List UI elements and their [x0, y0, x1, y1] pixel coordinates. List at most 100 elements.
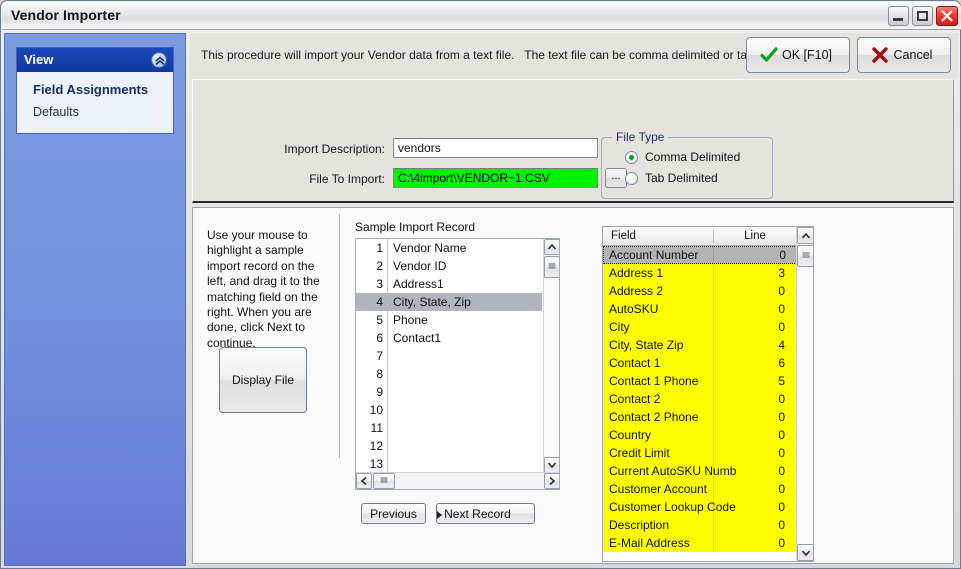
sample-row[interactable]: 1 Vendor Name	[356, 239, 542, 257]
grid-cell-line: 0	[778, 392, 785, 406]
sample-row-number: 3	[376, 277, 383, 291]
next-record-button[interactable]: Next Record	[436, 503, 535, 524]
scroll-left-button[interactable]	[356, 473, 372, 489]
sample-row[interactable]: 11	[356, 419, 542, 437]
title-bar[interactable]: Vendor Importer	[2, 2, 961, 30]
import-description-input[interactable]	[393, 138, 598, 158]
cancel-button[interactable]: Cancel	[857, 37, 951, 73]
grid-cell-line: 0	[778, 410, 785, 424]
grid-row[interactable]: Address 2 0	[603, 282, 797, 300]
grid-row[interactable]: Current AutoSKU Numb 0	[603, 462, 797, 480]
grid-row[interactable]: Contact 1 6	[603, 354, 797, 372]
sample-row[interactable]: 12	[356, 437, 542, 455]
sample-row-number: 1	[376, 241, 383, 255]
sample-row[interactable]: 3 Address1	[356, 275, 542, 293]
listbox-horizontal-scrollbar[interactable]	[356, 472, 559, 489]
sample-row[interactable]: 7	[356, 347, 542, 365]
grid-row[interactable]: City, State Zip 4	[603, 336, 797, 354]
sidebar-item-defaults[interactable]: Defaults	[17, 101, 173, 123]
grid-cell-separator	[713, 318, 714, 336]
grid-cell-field: Address 1	[609, 266, 664, 280]
grid-cell-field: Contact 2 Phone	[609, 410, 699, 424]
sample-row-number: 4	[376, 295, 383, 309]
scroll-down-button[interactable]	[544, 457, 559, 473]
grid-cell-line: 5	[778, 374, 785, 388]
grid-cell-field: Contact 1 Phone	[609, 374, 699, 388]
sample-row[interactable]: 2 Vendor ID	[356, 257, 542, 275]
grid-row[interactable]: AutoSKU 0	[603, 300, 797, 318]
instruction-bar: This procedure will import your Vendor d…	[190, 33, 958, 79]
sidebar-item-label: Defaults	[33, 105, 79, 119]
grid-cell-line: 6	[778, 356, 785, 370]
scroll-up-button[interactable]	[544, 239, 559, 255]
minimize-button[interactable]	[888, 6, 909, 26]
hscroll-thumb[interactable]	[373, 473, 395, 489]
radio-comma-delimited-label: Comma Delimited	[645, 150, 741, 164]
sample-row-value: Vendor Name	[393, 241, 467, 255]
sample-row[interactable]: 5 Phone	[356, 311, 542, 329]
grid-row[interactable]: Contact 2 0	[603, 390, 797, 408]
grid-row[interactable]: E-Mail Address 0	[603, 534, 797, 552]
grid-cell-field: AutoSKU	[609, 302, 659, 316]
grid-header: Field Line	[603, 227, 797, 246]
previous-button[interactable]: Previous	[361, 503, 426, 524]
grid-row[interactable]: Description 0	[603, 516, 797, 534]
grid-row[interactable]: Customer Account 0	[603, 480, 797, 498]
previous-button-label: Previous	[370, 507, 417, 521]
sample-row[interactable]: 10	[356, 401, 542, 419]
window-title: Vendor Importer	[11, 7, 121, 23]
scroll-thumb[interactable]	[544, 256, 559, 278]
ok-button[interactable]: OK [F10]	[746, 37, 850, 73]
sample-row-number: 5	[376, 313, 383, 327]
display-file-button[interactable]: Display File	[219, 347, 307, 413]
sample-row[interactable]: 6 Contact1	[356, 329, 542, 347]
grid-row[interactable]: Contact 1 Phone 5	[603, 372, 797, 390]
sample-import-record-title: Sample Import Record	[355, 220, 476, 234]
grid-cell-line: 4	[778, 338, 785, 352]
panel-divider	[339, 214, 340, 458]
grid-row[interactable]: Credit Limit 0	[603, 444, 797, 462]
grid-row[interactable]: City 0	[603, 318, 797, 336]
grid-row[interactable]: Account Number 0	[603, 246, 797, 264]
grid-row[interactable]: Address 1 3	[603, 264, 797, 282]
grid-cell-line: 0	[778, 446, 785, 460]
maximize-button[interactable]	[912, 6, 933, 26]
radio-tab-delimited-label: Tab Delimited	[645, 171, 718, 185]
sample-row[interactable]: 4 City, State, Zip	[356, 293, 542, 311]
close-button[interactable]	[936, 6, 958, 26]
listbox-vertical-scrollbar[interactable]	[543, 239, 559, 473]
grid-row[interactable]: Customer Lookup Code 0	[603, 498, 797, 516]
grid-scroll-thumb[interactable]	[797, 245, 813, 267]
radio-selected-icon	[625, 151, 638, 164]
grid-vertical-scrollbar[interactable]	[796, 227, 813, 561]
grid-cell-separator	[713, 534, 714, 552]
grid-scroll-down-button[interactable]	[797, 544, 813, 561]
file-to-import-input[interactable]	[393, 168, 598, 188]
scroll-right-button[interactable]	[544, 473, 559, 489]
grid-cell-line: 0	[778, 500, 785, 514]
grid-cell-field: Address 2	[609, 284, 664, 298]
sample-row[interactable]: 8	[356, 365, 542, 383]
grid-cell-separator	[713, 247, 714, 263]
sample-row-number: 13	[369, 457, 383, 471]
chevron-up-circle-icon[interactable]	[151, 52, 167, 68]
grid-cell-field: Description	[609, 518, 670, 532]
grip-icon	[802, 252, 809, 260]
sidebar-item-field-assignments[interactable]: Field Assignments	[17, 79, 173, 101]
sample-row[interactable]: 13	[356, 455, 542, 473]
file-type-legend: File Type	[612, 130, 669, 144]
grid-cell-separator	[713, 264, 714, 282]
ok-button-label: OK [F10]	[781, 48, 833, 62]
grid-cell-line: 0	[778, 428, 785, 442]
grid-cell-separator	[713, 444, 714, 462]
grid-scroll-up-button[interactable]	[797, 227, 813, 244]
grid-row[interactable]: Country 0	[603, 426, 797, 444]
grid-cell-line: 3	[778, 266, 785, 280]
sample-row[interactable]: 9	[356, 383, 542, 401]
grid-row[interactable]: Contact 2 Phone 0	[603, 408, 797, 426]
grip-icon	[380, 477, 388, 485]
sample-row-number: 6	[376, 331, 383, 345]
grid-cell-field: Account Number	[609, 248, 699, 262]
sample-import-record-listbox[interactable]: 1 Vendor Name 2 Vendor ID 3 Address1 4 City, St…	[355, 238, 560, 490]
field-mapping-grid[interactable]: Field Line Account Number 0 Address 1 3 Addr…	[602, 226, 814, 562]
